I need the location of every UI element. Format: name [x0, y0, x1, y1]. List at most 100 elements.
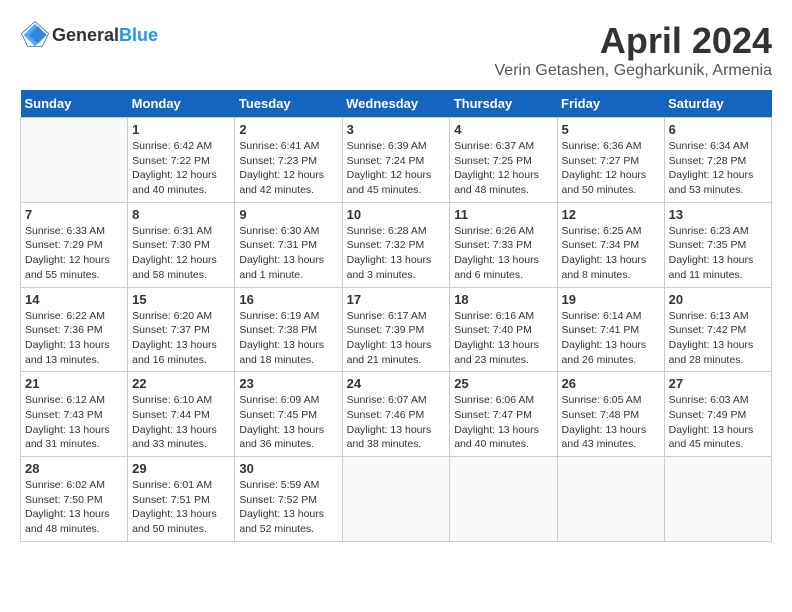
calendar-day-cell: 18 Sunrise: 6:16 AMSunset: 7:40 PMDaylig… — [450, 287, 557, 372]
logo-icon — [20, 20, 50, 50]
day-info: Sunrise: 6:28 AMSunset: 7:32 PMDaylight:… — [347, 224, 446, 283]
day-info: Sunrise: 5:59 AMSunset: 7:52 PMDaylight:… — [239, 478, 337, 537]
day-number: 28 — [25, 461, 123, 476]
day-info: Sunrise: 6:16 AMSunset: 7:40 PMDaylight:… — [454, 309, 552, 368]
day-info: Sunrise: 6:37 AMSunset: 7:25 PMDaylight:… — [454, 139, 552, 198]
day-info: Sunrise: 6:03 AMSunset: 7:49 PMDaylight:… — [669, 393, 767, 452]
day-info: Sunrise: 6:23 AMSunset: 7:35 PMDaylight:… — [669, 224, 767, 283]
day-info: Sunrise: 6:36 AMSunset: 7:27 PMDaylight:… — [562, 139, 660, 198]
calendar-day-cell: 23 Sunrise: 6:09 AMSunset: 7:45 PMDaylig… — [235, 372, 342, 457]
day-number: 21 — [25, 376, 123, 391]
day-info: Sunrise: 6:10 AMSunset: 7:44 PMDaylight:… — [132, 393, 230, 452]
day-number: 16 — [239, 292, 337, 307]
day-number: 26 — [562, 376, 660, 391]
day-info: Sunrise: 6:20 AMSunset: 7:37 PMDaylight:… — [132, 309, 230, 368]
logo-text: GeneralBlue — [52, 25, 158, 46]
calendar-day-cell: 1 Sunrise: 6:42 AMSunset: 7:22 PMDayligh… — [128, 118, 235, 203]
day-number: 1 — [132, 122, 230, 137]
day-number: 9 — [239, 207, 337, 222]
day-number: 7 — [25, 207, 123, 222]
calendar-day-cell: 30 Sunrise: 5:59 AMSunset: 7:52 PMDaylig… — [235, 457, 342, 542]
weekday-header: Wednesday — [342, 90, 450, 118]
day-number: 30 — [239, 461, 337, 476]
logo-general: General — [52, 25, 119, 45]
day-info: Sunrise: 6:07 AMSunset: 7:46 PMDaylight:… — [347, 393, 446, 452]
day-info: Sunrise: 6:31 AMSunset: 7:30 PMDaylight:… — [132, 224, 230, 283]
day-number: 23 — [239, 376, 337, 391]
calendar-day-cell: 17 Sunrise: 6:17 AMSunset: 7:39 PMDaylig… — [342, 287, 450, 372]
month-title: April 2024 — [495, 20, 773, 62]
page-header: GeneralBlue April 2024 Verin Getashen, G… — [20, 20, 772, 80]
calendar-day-cell: 21 Sunrise: 6:12 AMSunset: 7:43 PMDaylig… — [21, 372, 128, 457]
day-number: 12 — [562, 207, 660, 222]
calendar-day-cell: 4 Sunrise: 6:37 AMSunset: 7:25 PMDayligh… — [450, 118, 557, 203]
day-number: 22 — [132, 376, 230, 391]
day-info: Sunrise: 6:42 AMSunset: 7:22 PMDaylight:… — [132, 139, 230, 198]
calendar-day-cell — [21, 118, 128, 203]
calendar-day-cell: 13 Sunrise: 6:23 AMSunset: 7:35 PMDaylig… — [664, 202, 771, 287]
weekday-header: Saturday — [664, 90, 771, 118]
day-info: Sunrise: 6:39 AMSunset: 7:24 PMDaylight:… — [347, 139, 446, 198]
day-number: 18 — [454, 292, 552, 307]
calendar-day-cell: 5 Sunrise: 6:36 AMSunset: 7:27 PMDayligh… — [557, 118, 664, 203]
calendar-week-row: 7 Sunrise: 6:33 AMSunset: 7:29 PMDayligh… — [21, 202, 772, 287]
calendar-day-cell: 11 Sunrise: 6:26 AMSunset: 7:33 PMDaylig… — [450, 202, 557, 287]
calendar-day-cell: 15 Sunrise: 6:20 AMSunset: 7:37 PMDaylig… — [128, 287, 235, 372]
day-info: Sunrise: 6:01 AMSunset: 7:51 PMDaylight:… — [132, 478, 230, 537]
day-number: 10 — [347, 207, 446, 222]
calendar-day-cell: 20 Sunrise: 6:13 AMSunset: 7:42 PMDaylig… — [664, 287, 771, 372]
day-info: Sunrise: 6:13 AMSunset: 7:42 PMDaylight:… — [669, 309, 767, 368]
day-info: Sunrise: 6:19 AMSunset: 7:38 PMDaylight:… — [239, 309, 337, 368]
calendar-day-cell: 2 Sunrise: 6:41 AMSunset: 7:23 PMDayligh… — [235, 118, 342, 203]
day-info: Sunrise: 6:06 AMSunset: 7:47 PMDaylight:… — [454, 393, 552, 452]
calendar-day-cell: 9 Sunrise: 6:30 AMSunset: 7:31 PMDayligh… — [235, 202, 342, 287]
day-info: Sunrise: 6:14 AMSunset: 7:41 PMDaylight:… — [562, 309, 660, 368]
day-number: 2 — [239, 122, 337, 137]
weekday-header: Thursday — [450, 90, 557, 118]
calendar-day-cell: 10 Sunrise: 6:28 AMSunset: 7:32 PMDaylig… — [342, 202, 450, 287]
day-number: 4 — [454, 122, 552, 137]
calendar-day-cell — [342, 457, 450, 542]
calendar-day-cell: 12 Sunrise: 6:25 AMSunset: 7:34 PMDaylig… — [557, 202, 664, 287]
location-title: Verin Getashen, Gegharkunik, Armenia — [495, 62, 773, 80]
day-info: Sunrise: 6:09 AMSunset: 7:45 PMDaylight:… — [239, 393, 337, 452]
logo: GeneralBlue — [20, 20, 158, 50]
calendar-day-cell: 16 Sunrise: 6:19 AMSunset: 7:38 PMDaylig… — [235, 287, 342, 372]
calendar-day-cell: 29 Sunrise: 6:01 AMSunset: 7:51 PMDaylig… — [128, 457, 235, 542]
day-info: Sunrise: 6:30 AMSunset: 7:31 PMDaylight:… — [239, 224, 337, 283]
calendar-week-row: 28 Sunrise: 6:02 AMSunset: 7:50 PMDaylig… — [21, 457, 772, 542]
calendar-week-row: 1 Sunrise: 6:42 AMSunset: 7:22 PMDayligh… — [21, 118, 772, 203]
day-info: Sunrise: 6:22 AMSunset: 7:36 PMDaylight:… — [25, 309, 123, 368]
day-number: 24 — [347, 376, 446, 391]
day-info: Sunrise: 6:41 AMSunset: 7:23 PMDaylight:… — [239, 139, 337, 198]
day-info: Sunrise: 6:34 AMSunset: 7:28 PMDaylight:… — [669, 139, 767, 198]
calendar-day-cell: 3 Sunrise: 6:39 AMSunset: 7:24 PMDayligh… — [342, 118, 450, 203]
calendar-day-cell: 28 Sunrise: 6:02 AMSunset: 7:50 PMDaylig… — [21, 457, 128, 542]
weekday-header: Monday — [128, 90, 235, 118]
day-info: Sunrise: 6:05 AMSunset: 7:48 PMDaylight:… — [562, 393, 660, 452]
day-number: 13 — [669, 207, 767, 222]
title-section: April 2024 Verin Getashen, Gegharkunik, … — [495, 20, 773, 80]
calendar-day-cell: 19 Sunrise: 6:14 AMSunset: 7:41 PMDaylig… — [557, 287, 664, 372]
day-info: Sunrise: 6:02 AMSunset: 7:50 PMDaylight:… — [25, 478, 123, 537]
calendar-day-cell: 7 Sunrise: 6:33 AMSunset: 7:29 PMDayligh… — [21, 202, 128, 287]
calendar-week-row: 21 Sunrise: 6:12 AMSunset: 7:43 PMDaylig… — [21, 372, 772, 457]
calendar-day-cell: 24 Sunrise: 6:07 AMSunset: 7:46 PMDaylig… — [342, 372, 450, 457]
day-number: 29 — [132, 461, 230, 476]
calendar-table: SundayMondayTuesdayWednesdayThursdayFrid… — [20, 90, 772, 542]
calendar-day-cell: 25 Sunrise: 6:06 AMSunset: 7:47 PMDaylig… — [450, 372, 557, 457]
day-number: 20 — [669, 292, 767, 307]
calendar-day-cell: 14 Sunrise: 6:22 AMSunset: 7:36 PMDaylig… — [21, 287, 128, 372]
day-number: 27 — [669, 376, 767, 391]
day-number: 14 — [25, 292, 123, 307]
day-number: 8 — [132, 207, 230, 222]
calendar-day-cell — [664, 457, 771, 542]
calendar-day-cell: 26 Sunrise: 6:05 AMSunset: 7:48 PMDaylig… — [557, 372, 664, 457]
weekday-header: Friday — [557, 90, 664, 118]
day-number: 17 — [347, 292, 446, 307]
day-info: Sunrise: 6:12 AMSunset: 7:43 PMDaylight:… — [25, 393, 123, 452]
weekday-header-row: SundayMondayTuesdayWednesdayThursdayFrid… — [21, 90, 772, 118]
calendar-day-cell — [557, 457, 664, 542]
day-number: 6 — [669, 122, 767, 137]
day-number: 3 — [347, 122, 446, 137]
